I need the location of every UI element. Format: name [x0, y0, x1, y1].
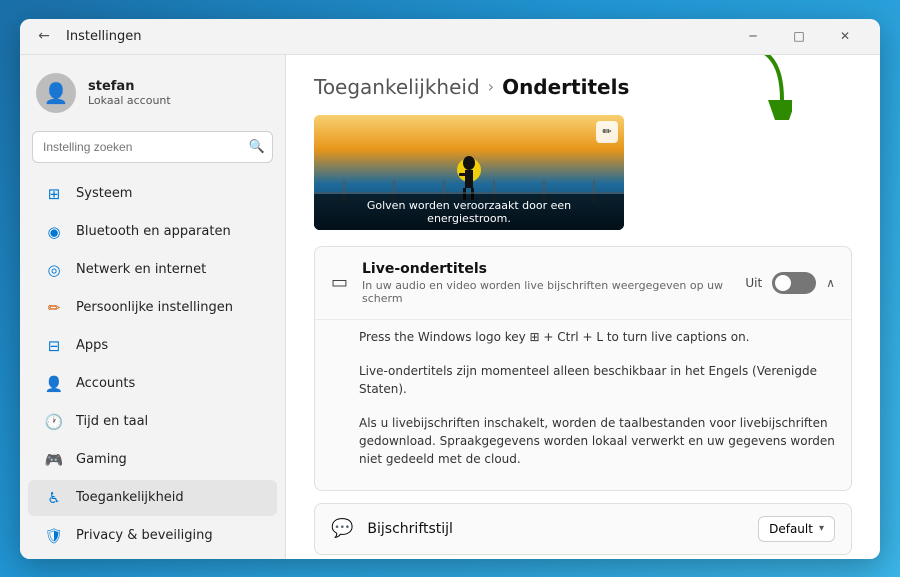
toggle-knob [775, 275, 791, 291]
user-section: 👤 stefan Lokaal account [20, 63, 285, 127]
sidebar-item-persoonlijk[interactable]: ✏ Persoonlijke instellingen [28, 290, 277, 326]
accounts-icon: 👤 [44, 374, 64, 394]
sidebar-item-toegankelijkheid[interactable]: ♿ Toegankelijkheid [28, 480, 277, 516]
main-content: Toegankelijkheid › Ondertitels [285, 55, 880, 559]
user-type: Lokaal account [88, 94, 171, 107]
info-line-1: Press the Windows logo key ⊞ + Ctrl + L … [359, 320, 835, 354]
sidebar-item-label: Persoonlijke instellingen [76, 300, 233, 315]
bijschriftstijl-icon: 💬 [331, 518, 353, 539]
live-captions-card: ▭ Live-ondertitels In uw audio en video … [314, 246, 852, 491]
sidebar-item-label: Accounts [76, 376, 135, 391]
dropdown-value: Default [769, 522, 813, 536]
minimize-button[interactable]: ─ [730, 19, 776, 55]
persoonlijk-icon: ✏ [44, 298, 64, 318]
netwerk-icon: ◎ [44, 260, 64, 280]
maximize-button[interactable]: □ [776, 19, 822, 55]
green-arrow [712, 55, 792, 120]
user-name: stefan [88, 79, 171, 94]
live-captions-desc: In uw audio en video worden live bijschr… [362, 279, 731, 305]
tijd-icon: 🕐 [44, 412, 64, 432]
sidebar-item-label: Gaming [76, 452, 127, 467]
search-icon: 🔍 [249, 139, 265, 154]
sidebar-item-update[interactable]: ↻ Windows Update [28, 556, 277, 559]
info-line-2: Live-ondertitels zijn momenteel alleen b… [359, 354, 835, 406]
sidebar-item-label: Systeem [76, 186, 132, 201]
sidebar-item-label: Apps [76, 338, 108, 353]
sidebar-item-label: Netwerk en internet [76, 262, 206, 277]
live-captions-expanded: Press the Windows logo key ⊞ + Ctrl + L … [315, 319, 851, 490]
search-input[interactable] [32, 131, 273, 163]
close-button[interactable]: ✕ [822, 19, 868, 55]
chevron-down-icon: ▾ [819, 523, 824, 534]
sidebar-item-bluetooth[interactable]: ◉ Bluetooth en apparaten [28, 214, 277, 250]
live-captions-icon: ▭ [331, 272, 348, 293]
preview-image: Golven worden veroorzaakt door een energ… [314, 115, 624, 230]
sidebar-item-gaming[interactable]: 🎮 Gaming [28, 442, 277, 478]
sidebar-item-label: Bluetooth en apparaten [76, 224, 231, 239]
live-captions-text: Live-ondertitels In uw audio en video wo… [362, 261, 731, 305]
sidebar-item-label: Toegankelijkheid [76, 490, 184, 505]
back-button[interactable]: ← [32, 24, 56, 48]
toggle-label: Uit [745, 276, 762, 290]
gaming-icon: 🎮 [44, 450, 64, 470]
live-captions-header[interactable]: ▭ Live-ondertitels In uw audio en video … [315, 247, 851, 319]
sidebar-item-systeem[interactable]: ⊞ Systeem [28, 176, 277, 212]
systeem-icon: ⊞ [44, 184, 64, 204]
bijschriftstijl-label: Bijschriftstijl [367, 521, 744, 537]
sidebar-item-label: Privacy & beveiliging [76, 528, 213, 543]
breadcrumb-current: Ondertitels [502, 75, 629, 99]
titlebar: ← Instellingen ─ □ ✕ [20, 19, 880, 55]
sidebar-item-label: Tijd en taal [76, 414, 148, 429]
window-content: 👤 stefan Lokaal account 🔍 ⊞ Systeem ◉ Bl… [20, 55, 880, 559]
sidebar-item-accounts[interactable]: 👤 Accounts [28, 366, 277, 402]
bijschriftstijl-dropdown[interactable]: Default ▾ [758, 516, 835, 542]
window-controls: ─ □ ✕ [730, 19, 868, 55]
preview-caption: Golven worden veroorzaakt door een energ… [314, 194, 624, 230]
chevron-up-icon[interactable]: ∧ [826, 276, 835, 290]
sidebar-item-netwerk[interactable]: ◎ Netwerk en internet [28, 252, 277, 288]
preview-edit-button[interactable]: ✏ [596, 121, 618, 143]
user-info: stefan Lokaal account [88, 79, 171, 107]
toegankelijkheid-icon: ♿ [44, 488, 64, 508]
breadcrumb-separator: › [488, 77, 494, 96]
sidebar-item-privacy[interactable]: 🛡 Privacy & beveiliging [28, 518, 277, 554]
live-captions-controls: Uit ∧ [745, 272, 835, 294]
bijschriftstijl-row: 💬 Bijschriftstijl Default ▾ [314, 503, 852, 555]
privacy-icon: 🛡 [44, 526, 64, 546]
breadcrumb-parent: Toegankelijkheid [314, 75, 480, 99]
live-captions-toggle[interactable] [772, 272, 816, 294]
sidebar-item-tijd[interactable]: 🕐 Tijd en taal [28, 404, 277, 440]
info-line-3: Als u livebijschriften inschakelt, worde… [359, 406, 835, 476]
settings-window: ← Instellingen ─ □ ✕ 👤 stefan Lokaal acc… [20, 19, 880, 559]
live-captions-title: Live-ondertitels [362, 261, 731, 277]
apps-icon: ⊟ [44, 336, 64, 356]
sidebar: 👤 stefan Lokaal account 🔍 ⊞ Systeem ◉ Bl… [20, 55, 285, 559]
sidebar-item-apps[interactable]: ⊟ Apps [28, 328, 277, 364]
avatar: 👤 [36, 73, 76, 113]
window-title: Instellingen [66, 29, 730, 44]
bluetooth-icon: ◉ [44, 222, 64, 242]
search-box: 🔍 [32, 131, 273, 163]
